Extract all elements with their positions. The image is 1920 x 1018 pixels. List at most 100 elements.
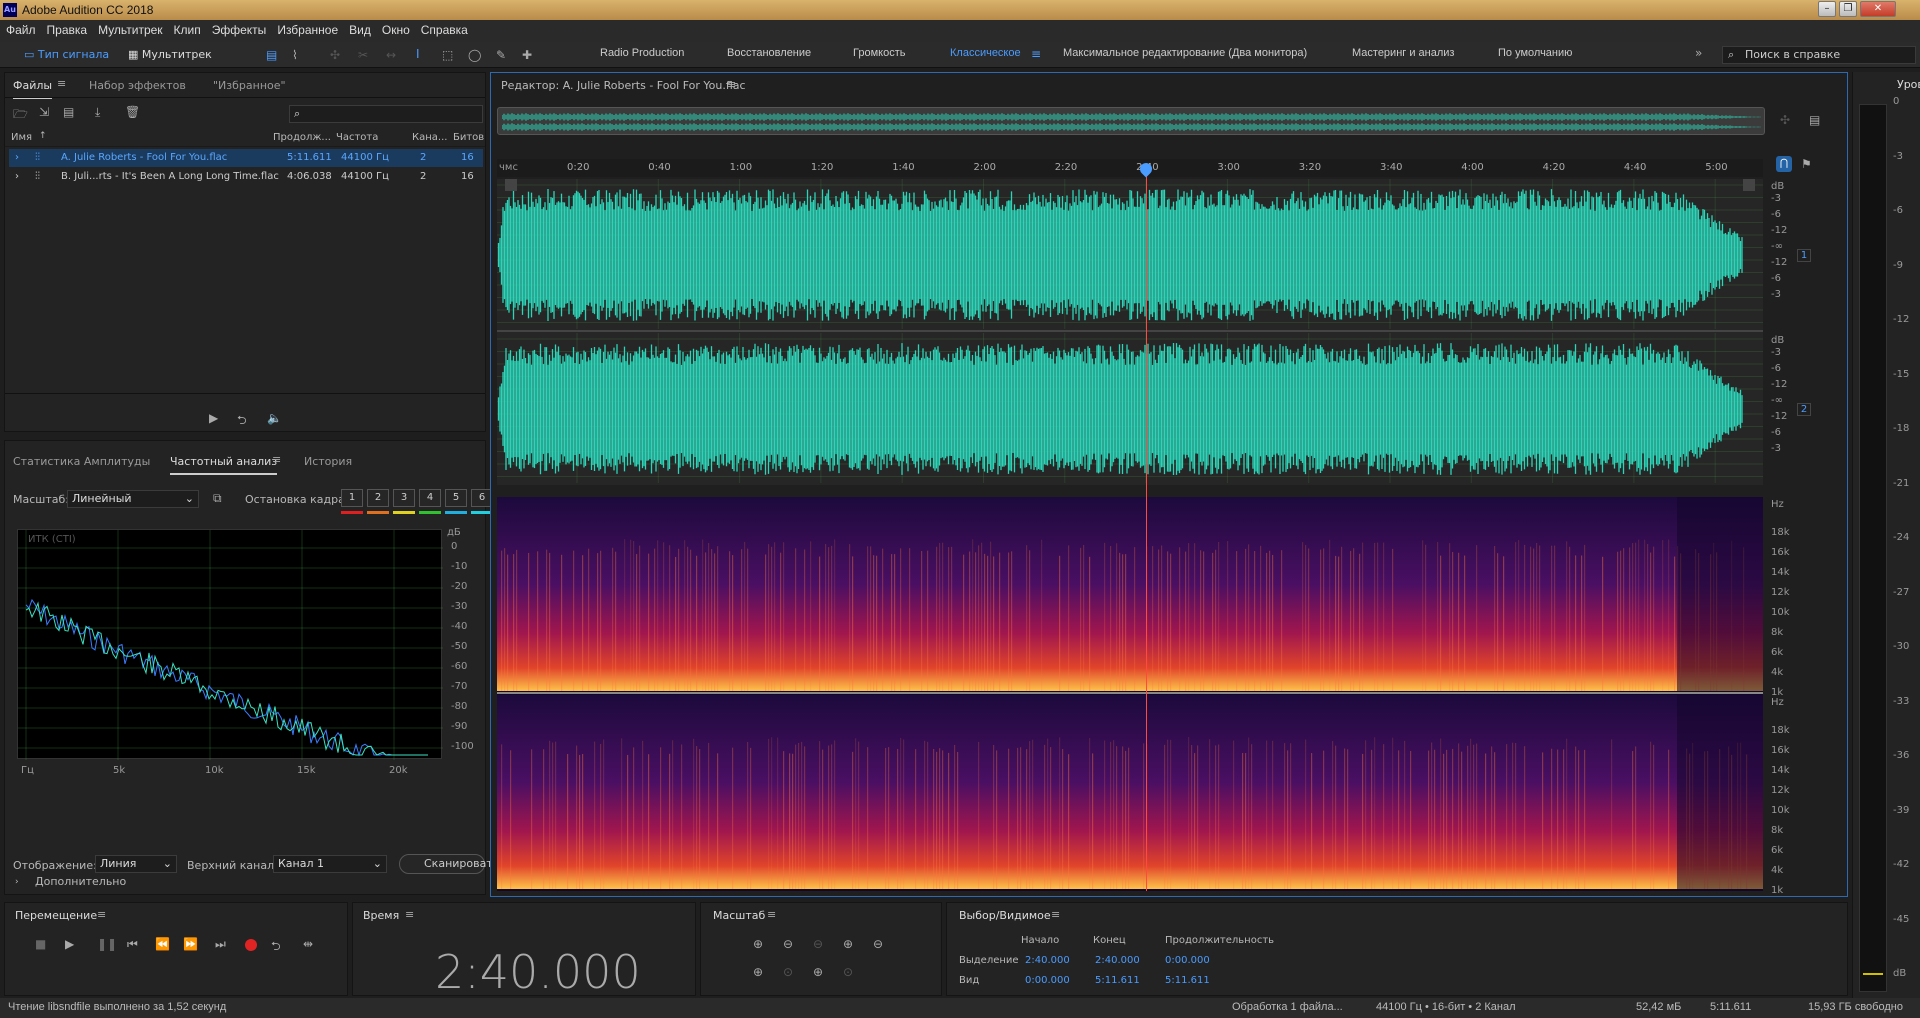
razor-tool-icon[interactable]: ✂ xyxy=(358,48,368,62)
tab-files[interactable]: Файлы xyxy=(13,79,53,99)
delete-file-icon[interactable]: 🗑 xyxy=(125,105,140,119)
snap-icon[interactable]: ⋂ xyxy=(1776,156,1792,172)
marker-icon[interactable]: ⚑ xyxy=(1801,157,1812,171)
tab-frequency-analysis[interactable]: Частотный анализ xyxy=(170,455,278,475)
zoom-in-point-icon[interactable]: ⊕ xyxy=(753,965,763,979)
selection-duration-field[interactable]: 0:00.000 xyxy=(1165,955,1210,966)
tab-history[interactable]: История xyxy=(304,455,352,468)
transport-menu-icon[interactable]: ≡ xyxy=(97,908,106,921)
menu-item-7[interactable]: Окно xyxy=(376,20,415,37)
workspace-max-editing[interactable]: Максимальное редактирование (Два монитор… xyxy=(1063,47,1307,59)
zoom-in-out-icon[interactable]: ⊕ xyxy=(813,965,823,979)
zoom-out-time-icon[interactable]: ⊖ xyxy=(873,937,883,951)
pause-icon[interactable]: ❚❚ xyxy=(97,937,117,951)
time-ruler[interactable]: чмс 0:200:401:001:201:402:002:202:403:00… xyxy=(497,159,1763,177)
freeze-button-5[interactable]: 5 xyxy=(445,489,467,507)
new-file-icon[interactable]: ▤ xyxy=(63,105,74,119)
open-file-icon[interactable]: 🗁 xyxy=(13,105,28,126)
column-bits[interactable]: Битов xyxy=(453,132,484,143)
zoom-out-full-icon[interactable]: ⊖ xyxy=(813,937,823,951)
spectral-display-icon[interactable]: ▤ xyxy=(266,48,277,62)
view-end-field[interactable]: 5:11.611 xyxy=(1095,975,1140,986)
advanced-toggle[interactable]: Дополнительно xyxy=(35,875,126,888)
minimize-button[interactable]: – xyxy=(1818,1,1836,17)
freeze-button-2[interactable]: 2 xyxy=(367,489,389,507)
workspace-mastering[interactable]: Мастеринг и анализ xyxy=(1352,47,1454,59)
close-button[interactable]: ✕ xyxy=(1860,1,1896,17)
play-icon[interactable]: ▶ xyxy=(65,937,74,951)
time-menu-icon[interactable]: ≡ xyxy=(405,908,414,921)
tab-effects-rack[interactable]: Набор эффектов xyxy=(89,79,186,92)
zoom-to-selection-icon[interactable]: ⊙ xyxy=(843,965,853,979)
loop-playback-icon[interactable]: ⮌ xyxy=(271,937,281,958)
move-to-start-icon[interactable]: ⏮ xyxy=(127,937,138,952)
brush-tool-icon[interactable]: ✎ xyxy=(496,48,506,62)
channel-number-badge[interactable]: 1 xyxy=(1797,249,1811,262)
zoom-in-time-icon[interactable]: ⊕ xyxy=(843,937,853,951)
menu-item-1[interactable]: Правка xyxy=(41,20,93,37)
zoom-selection-icon[interactable]: ⊙ xyxy=(783,965,793,979)
waveform-display[interactable] xyxy=(497,179,1763,485)
stop-icon[interactable]: ■ xyxy=(35,937,46,951)
workspace-default[interactable]: По умолчанию xyxy=(1498,47,1572,59)
file-row[interactable]: › ⫶⫶ B. Juli...rts - It's Been A Long Long… xyxy=(9,168,483,186)
expand-icon[interactable]: › xyxy=(15,877,19,887)
workspace-radio-production[interactable]: Radio Production xyxy=(600,47,684,59)
scan-button[interactable]: Сканировать xyxy=(399,854,499,874)
move-tool-icon[interactable]: ✣ xyxy=(330,48,340,62)
selection-start-field[interactable]: 2:40.000 xyxy=(1025,955,1070,966)
menu-item-6[interactable]: Вид xyxy=(343,20,376,37)
fast-forward-icon[interactable]: ⏩ xyxy=(183,937,198,951)
toggle-overview-icon[interactable]: ▤ xyxy=(1809,113,1820,127)
freeze-button-4[interactable]: 4 xyxy=(419,489,441,507)
menu-item-0[interactable]: Файл xyxy=(0,20,41,37)
file-row[interactable]: › ⫶⫶ A. Julie Roberts - Fool For You.flac 5… xyxy=(9,149,483,167)
overview-navigator[interactable] xyxy=(497,107,1765,135)
import-file-icon[interactable]: ⇲ xyxy=(39,105,49,119)
multitrack-view-button[interactable]: ▦ Мультитрек xyxy=(122,46,218,64)
view-duration-field[interactable]: 5:11.611 xyxy=(1165,975,1210,986)
marquee-tool-icon[interactable]: ⬚ xyxy=(442,48,453,62)
screenshot-icon[interactable]: ⧉ xyxy=(213,491,222,506)
zoom-in-amplitude-icon[interactable]: ⊕ xyxy=(753,937,763,951)
spot-healing-tool-icon[interactable]: ✚ xyxy=(522,48,532,62)
tab-favorites[interactable]: "Избранное" xyxy=(213,79,286,92)
files-filter-input[interactable]: ⌕ xyxy=(289,105,483,123)
lasso-tool-icon[interactable]: ◯ xyxy=(468,48,481,62)
column-name[interactable]: Имя xyxy=(11,132,32,143)
tab-amplitude-statistics[interactable]: Статистика Амплитуды xyxy=(13,455,150,468)
column-channels[interactable]: Кана... xyxy=(412,132,447,143)
waveform-view-button[interactable]: ▭ Тип сигнала xyxy=(18,46,115,64)
zoom-lock-icon[interactable]: ✣ xyxy=(1780,113,1790,127)
rewind-icon[interactable]: ⏪ xyxy=(155,937,170,951)
column-duration[interactable]: Продолж... xyxy=(273,132,331,143)
more-workspaces-icon[interactable]: » xyxy=(1695,46,1702,60)
menu-item-2[interactable]: Мультитрек xyxy=(92,20,167,37)
menu-item-3[interactable]: Клип xyxy=(168,20,206,37)
analysis-panel-menu-icon[interactable]: ≡ xyxy=(272,453,281,466)
fade-out-handle-icon[interactable] xyxy=(1743,179,1755,191)
view-start-field[interactable]: 0:00.000 xyxy=(1025,975,1070,986)
skip-selection-icon[interactable]: ⇹ xyxy=(303,937,313,951)
menu-item-8[interactable]: Справка xyxy=(415,20,473,37)
freeze-button-3[interactable]: 3 xyxy=(393,489,415,507)
move-to-end-icon[interactable]: ⏭ xyxy=(215,937,226,952)
loop-preview-icon[interactable]: ⮌ xyxy=(237,411,247,432)
freeze-button-1[interactable]: 1 xyxy=(341,489,363,507)
pitch-display-icon[interactable]: ⌇ xyxy=(292,48,298,62)
insert-multitrack-icon[interactable]: ⤓ xyxy=(95,105,100,120)
playhead[interactable] xyxy=(1146,165,1147,891)
workspace-loudness[interactable]: Громкость xyxy=(853,47,905,59)
fade-in-handle-icon[interactable] xyxy=(505,179,517,191)
workspace-menu-icon[interactable]: ≡ xyxy=(1031,47,1041,61)
editor-menu-icon[interactable]: ≡ xyxy=(727,78,736,91)
selection-end-field[interactable]: 2:40.000 xyxy=(1095,955,1140,966)
play-preview-icon[interactable]: ▶ xyxy=(209,411,218,425)
time-selection-tool-icon[interactable]: I xyxy=(416,47,420,61)
help-search-input[interactable]: ⌕ Поиск в справке xyxy=(1722,46,1916,64)
channel-number-badge[interactable]: 2 xyxy=(1797,403,1811,416)
record-icon[interactable] xyxy=(245,939,257,951)
channel-dropdown[interactable]: Канал 1 ⌄ xyxy=(273,855,387,873)
scale-dropdown[interactable]: Линейный ⌄ xyxy=(67,490,199,508)
maximize-button[interactable]: ❐ xyxy=(1839,1,1857,17)
